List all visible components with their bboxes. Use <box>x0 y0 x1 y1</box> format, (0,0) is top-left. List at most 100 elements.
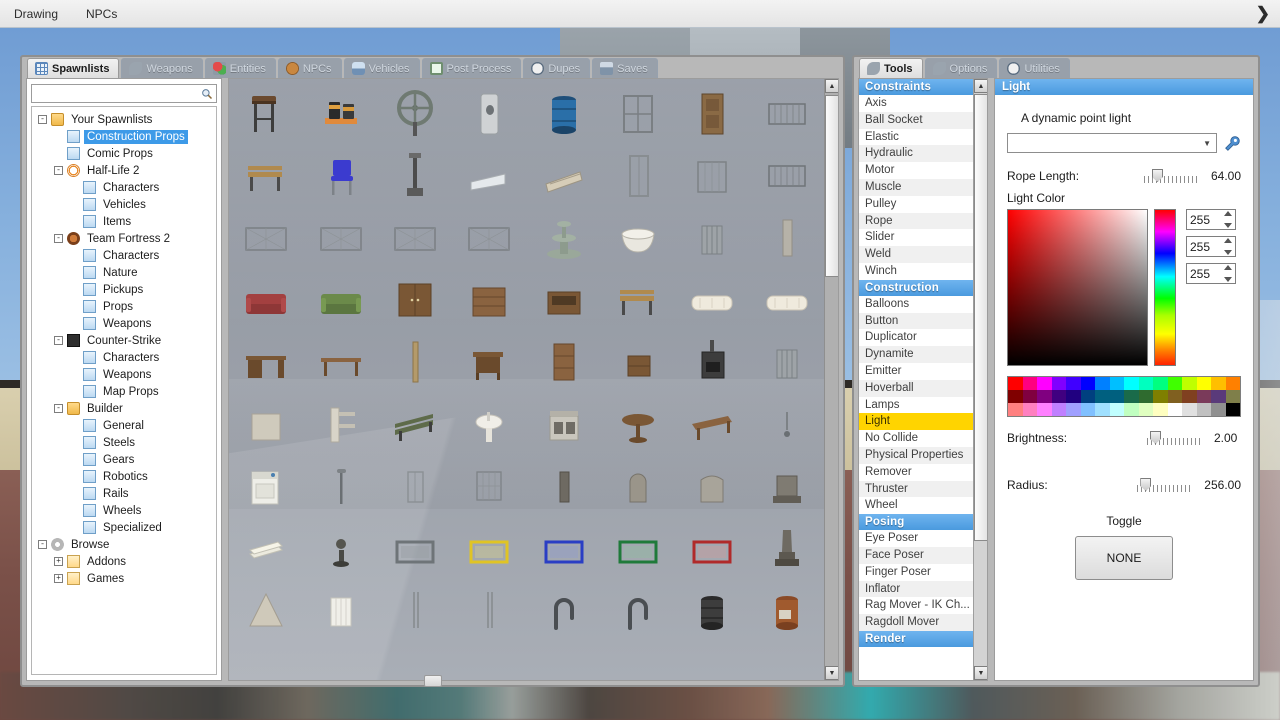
prop-white-panel[interactable] <box>461 150 517 202</box>
tool-item-dynamite[interactable]: Dynamite <box>859 346 973 363</box>
prop-gravestone-3[interactable] <box>684 460 740 512</box>
spin-up-icon[interactable] <box>1224 211 1232 216</box>
prop-mattress-2[interactable] <box>759 274 815 326</box>
color-swatch[interactable] <box>1022 377 1037 390</box>
color-swatch[interactable] <box>1095 403 1110 416</box>
prop-coffee-table[interactable] <box>313 336 369 388</box>
color-swatch[interactable] <box>1080 403 1095 416</box>
tree-item-items[interactable]: Items <box>32 213 216 230</box>
tree-item-half-life-2[interactable]: - Half-Life 2 <box>32 162 216 179</box>
tab-saves[interactable]: Saves <box>592 58 658 78</box>
tree-item-steels[interactable]: Steels <box>32 434 216 451</box>
tree-item-props[interactable]: Props <box>32 298 216 315</box>
prop-pillar[interactable] <box>759 212 815 264</box>
color-swatch[interactable] <box>1037 390 1052 403</box>
expand-icon[interactable]: + <box>54 574 63 583</box>
tool-item-slider[interactable]: Slider <box>859 229 973 247</box>
tree-item-team-fortress-2[interactable]: - Team Fortress 2 <box>32 230 216 247</box>
prop-crate-yellow[interactable] <box>461 522 517 574</box>
color-swatch[interactable] <box>1211 377 1226 390</box>
tab-npcs[interactable]: NPCs <box>277 58 342 78</box>
color-swatch-palette[interactable] <box>1007 376 1241 417</box>
prop-blue-barrel[interactable] <box>536 88 592 140</box>
prop-crate-green[interactable] <box>610 522 666 574</box>
prop-tall-cabinet[interactable] <box>536 336 592 388</box>
collapse-icon[interactable]: - <box>54 234 63 243</box>
prop-wire-fence-long[interactable] <box>387 212 443 264</box>
prop-stone-fountain[interactable] <box>536 212 592 264</box>
search-box[interactable] <box>31 84 217 103</box>
tool-item-thruster[interactable]: Thruster <box>859 480 973 498</box>
tool-item-balloons[interactable]: Balloons <box>859 295 973 313</box>
tool-item-lamps[interactable]: Lamps <box>859 396 973 414</box>
tree-item-gears[interactable]: Gears <box>32 451 216 468</box>
brightness-slider[interactable] <box>1147 431 1202 445</box>
prop-gravestone-1[interactable] <box>536 460 592 512</box>
spin-up-icon[interactable] <box>1224 238 1232 243</box>
prop-wood-crate-slat[interactable] <box>536 150 592 202</box>
prop-metal-rod[interactable] <box>387 584 443 636</box>
tool-item-winch[interactable]: Winch <box>859 262 973 280</box>
tool-item-face-poser[interactable]: Face Poser <box>859 546 973 564</box>
prop-wire-fence-angled[interactable] <box>461 212 517 264</box>
prop-green-couch[interactable] <box>313 274 369 326</box>
tool-tab-utilities[interactable]: Utilities <box>999 58 1070 78</box>
menu-drawing[interactable]: Drawing <box>0 3 72 25</box>
prop-picket-fence[interactable] <box>759 150 815 202</box>
color-swatch[interactable] <box>1008 377 1023 390</box>
color-swatch[interactable] <box>1109 377 1124 390</box>
color-swatch[interactable] <box>1153 403 1168 416</box>
prop-metal-rod-2[interactable] <box>461 584 517 636</box>
spawnlist-tree[interactable]: - Your Spawnlists Construction Props Comic … <box>31 106 217 675</box>
color-swatch[interactable] <box>1051 403 1066 416</box>
tool-tab-tools[interactable]: Tools <box>859 58 923 78</box>
tool-item-ball-socket[interactable]: Ball Socket <box>859 111 973 129</box>
tool-item-muscle[interactable]: Muscle <box>859 178 973 196</box>
prop-white-radiator[interactable] <box>313 584 369 636</box>
prop-door-frame[interactable] <box>610 150 666 202</box>
tool-item-remover[interactable]: Remover <box>859 463 973 481</box>
tool-item-pulley[interactable]: Pulley <box>859 195 973 213</box>
prop-wood-bench-2[interactable] <box>610 274 666 326</box>
tool-item-rag-mover-ik-ch[interactable]: Rag Mover - IK Ch... <box>859 597 973 615</box>
tool-item-light[interactable]: Light <box>859 413 973 431</box>
color-swatch[interactable] <box>1138 403 1153 416</box>
color-swatch[interactable] <box>1080 377 1095 390</box>
tree-item-nature[interactable]: Nature <box>32 264 216 281</box>
scroll-up-button[interactable]: ▲ <box>825 79 838 93</box>
color-swatch[interactable] <box>1066 377 1081 390</box>
tree-item-addons[interactable]: + Addons <box>32 553 216 570</box>
color-swatch[interactable] <box>1196 403 1211 416</box>
prop-fence-panel[interactable] <box>759 88 815 140</box>
tab-spawnlists[interactable]: Spawnlists <box>27 58 120 78</box>
prop-paint-cans[interactable] <box>313 88 369 140</box>
color-swatch[interactable] <box>1225 377 1240 390</box>
spin-up-icon[interactable] <box>1224 265 1232 270</box>
rope-length-slider[interactable] <box>1143 169 1199 183</box>
tree-item-robotics[interactable]: Robotics <box>32 468 216 485</box>
color-swatch[interactable] <box>1225 403 1240 416</box>
tree-item-characters[interactable]: Characters <box>32 179 216 196</box>
color-swatch[interactable] <box>1124 403 1139 416</box>
color-swatch[interactable] <box>1167 403 1182 416</box>
tool-scroll-up-button[interactable]: ▲ <box>974 79 987 93</box>
tree-item-comic-props[interactable]: Comic Props <box>32 145 216 162</box>
red-input[interactable] <box>1187 212 1223 227</box>
prop-desk[interactable] <box>238 336 294 388</box>
color-swatch[interactable] <box>1225 390 1240 403</box>
prop-mattress-1[interactable] <box>684 274 740 326</box>
tab-vehicles[interactable]: Vehicles <box>343 58 420 78</box>
prop-blue-chair[interactable] <box>313 150 369 202</box>
tree-item-characters[interactable]: Characters <box>32 247 216 264</box>
tool-list[interactable]: Constraints Axis Ball Socket Elastic Hydraul… <box>859 79 973 680</box>
color-swatch[interactable] <box>1008 403 1023 416</box>
tool-item-button[interactable]: Button <box>859 312 973 330</box>
prop-sink[interactable] <box>461 398 517 450</box>
color-swatch[interactable] <box>1138 377 1153 390</box>
prop-metal-grate[interactable] <box>684 150 740 202</box>
blue-spin-buttons[interactable] <box>1223 265 1234 282</box>
tree-item-counter-strike[interactable]: - Counter-Strike <box>32 332 216 349</box>
color-swatch[interactable] <box>1182 403 1197 416</box>
tree-item-pickups[interactable]: Pickups <box>32 281 216 298</box>
preset-dropdown[interactable]: ▼ <box>1007 133 1217 153</box>
